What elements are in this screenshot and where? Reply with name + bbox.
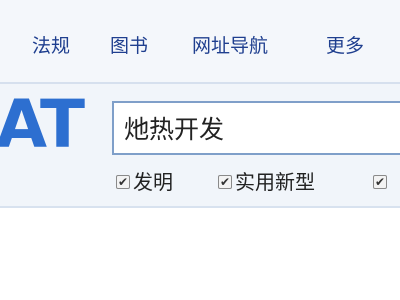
checkbox-checked-icon[interactable]: ✔ (373, 175, 387, 189)
filter-invention[interactable]: ✔ 发明 (116, 167, 173, 197)
search-input[interactable] (112, 101, 400, 155)
filter-utility-model[interactable]: ✔ 实用新型 (218, 167, 315, 197)
top-navigation-bar: 法规 图书 网址导航 更多 (0, 0, 400, 82)
nav-item-books[interactable]: 图书 (110, 34, 148, 58)
checkbox-checked-icon[interactable]: ✔ (218, 175, 232, 189)
filter-design[interactable]: ✔ (373, 167, 390, 197)
filter-label: 发明 (133, 170, 173, 194)
site-logo: AT (0, 86, 85, 163)
nav-item-site-navigation[interactable]: 网址导航 (192, 34, 268, 58)
nav-item-regulations[interactable]: 法规 (32, 34, 70, 58)
search-area-divider (0, 206, 400, 208)
filter-label: 实用新型 (235, 170, 315, 194)
nav-item-more[interactable]: 更多 (326, 34, 364, 58)
checkbox-checked-icon[interactable]: ✔ (116, 175, 130, 189)
